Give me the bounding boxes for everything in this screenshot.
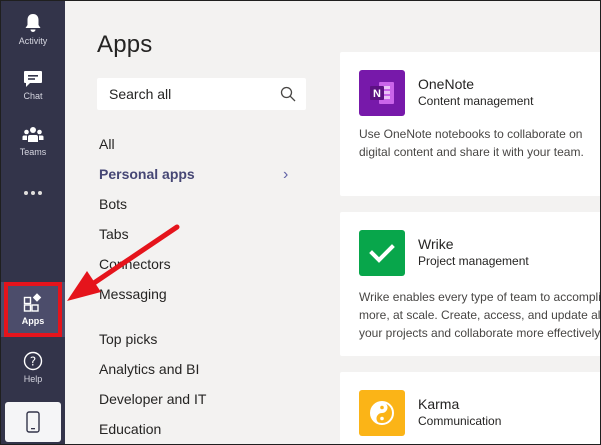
search-input[interactable]: Search all [109,86,280,102]
rail-item-chat[interactable]: Chat [1,57,65,113]
bell-icon [25,13,41,32]
chevron-right-icon: › [283,166,289,183]
app-description: Wrike enables every type of team to acco… [359,288,601,342]
teams-window: Activity Chat Teams Apps ? Help Apps Sea… [0,0,601,445]
app-description-line: your projects and collaborate more effec… [359,326,601,340]
apps-highlight-box [4,282,62,337]
rail-label-chat: Chat [23,90,43,101]
app-name: OneNote [418,76,475,92]
nav-item-personal-apps[interactable]: Personal apps [99,166,195,182]
app-card-karma[interactable]: Karma Communication [340,372,600,444]
svg-text:N: N [373,88,381,100]
rail-item-activity[interactable]: Activity [1,1,65,57]
rail-label-help: Help [23,373,43,384]
app-category: Project management [418,254,529,268]
rail-item-more[interactable] [1,165,65,221]
nav-item-connectors[interactable]: Connectors [99,256,171,272]
search-icon[interactable] [280,86,296,102]
more-icon [24,191,42,195]
app-description-line: Wrike enables every type of team to acco… [359,290,601,304]
svg-text:?: ? [30,354,36,368]
nav-category-analytics[interactable]: Analytics and BI [99,361,199,377]
nav-category-education[interactable]: Education [99,421,161,437]
app-name: Karma [418,396,460,412]
app-description-line: more, at scale. Create, access, and upda… [359,308,601,322]
karma-icon [359,390,405,436]
app-description-line: digital content and share it with your t… [359,145,584,159]
mobile-app-button[interactable] [5,402,61,442]
nav-category-top-picks[interactable]: Top picks [99,331,157,347]
wrike-icon [359,230,405,276]
app-category: Communication [418,414,502,428]
onenote-icon: N [359,70,405,116]
phone-icon [26,411,40,433]
nav-item-messaging[interactable]: Messaging [99,286,167,302]
nav-category-developer[interactable]: Developer and IT [99,391,206,407]
page-title: Apps [97,31,153,58]
app-card-onenote[interactable]: N OneNote Content management Use OneNote… [340,52,600,196]
app-description: Use OneNote notebooks to collaborate on … [359,125,600,161]
app-name: Wrike [418,236,454,252]
rail-item-teams[interactable]: Teams [1,113,65,169]
teams-icon [22,126,44,142]
app-description-line: Use OneNote notebooks to collaborate on [359,127,583,141]
rail-label-teams: Teams [19,146,47,157]
help-icon: ? [23,351,43,370]
search-box[interactable]: Search all [97,78,306,110]
app-rail: Activity Chat Teams Apps ? Help [1,1,65,444]
nav-item-tabs[interactable]: Tabs [99,226,129,242]
nav-item-bots[interactable]: Bots [99,196,127,212]
app-category: Content management [418,94,534,108]
rail-item-help[interactable]: ? Help [1,339,65,395]
apps-main: Apps Search all All Personal apps › Bots… [65,1,601,444]
chat-icon [24,70,42,87]
rail-label-activity: Activity [18,35,48,46]
app-card-wrike[interactable]: Wrike Project management Wrike enables e… [340,212,601,356]
nav-item-all[interactable]: All [99,136,115,152]
